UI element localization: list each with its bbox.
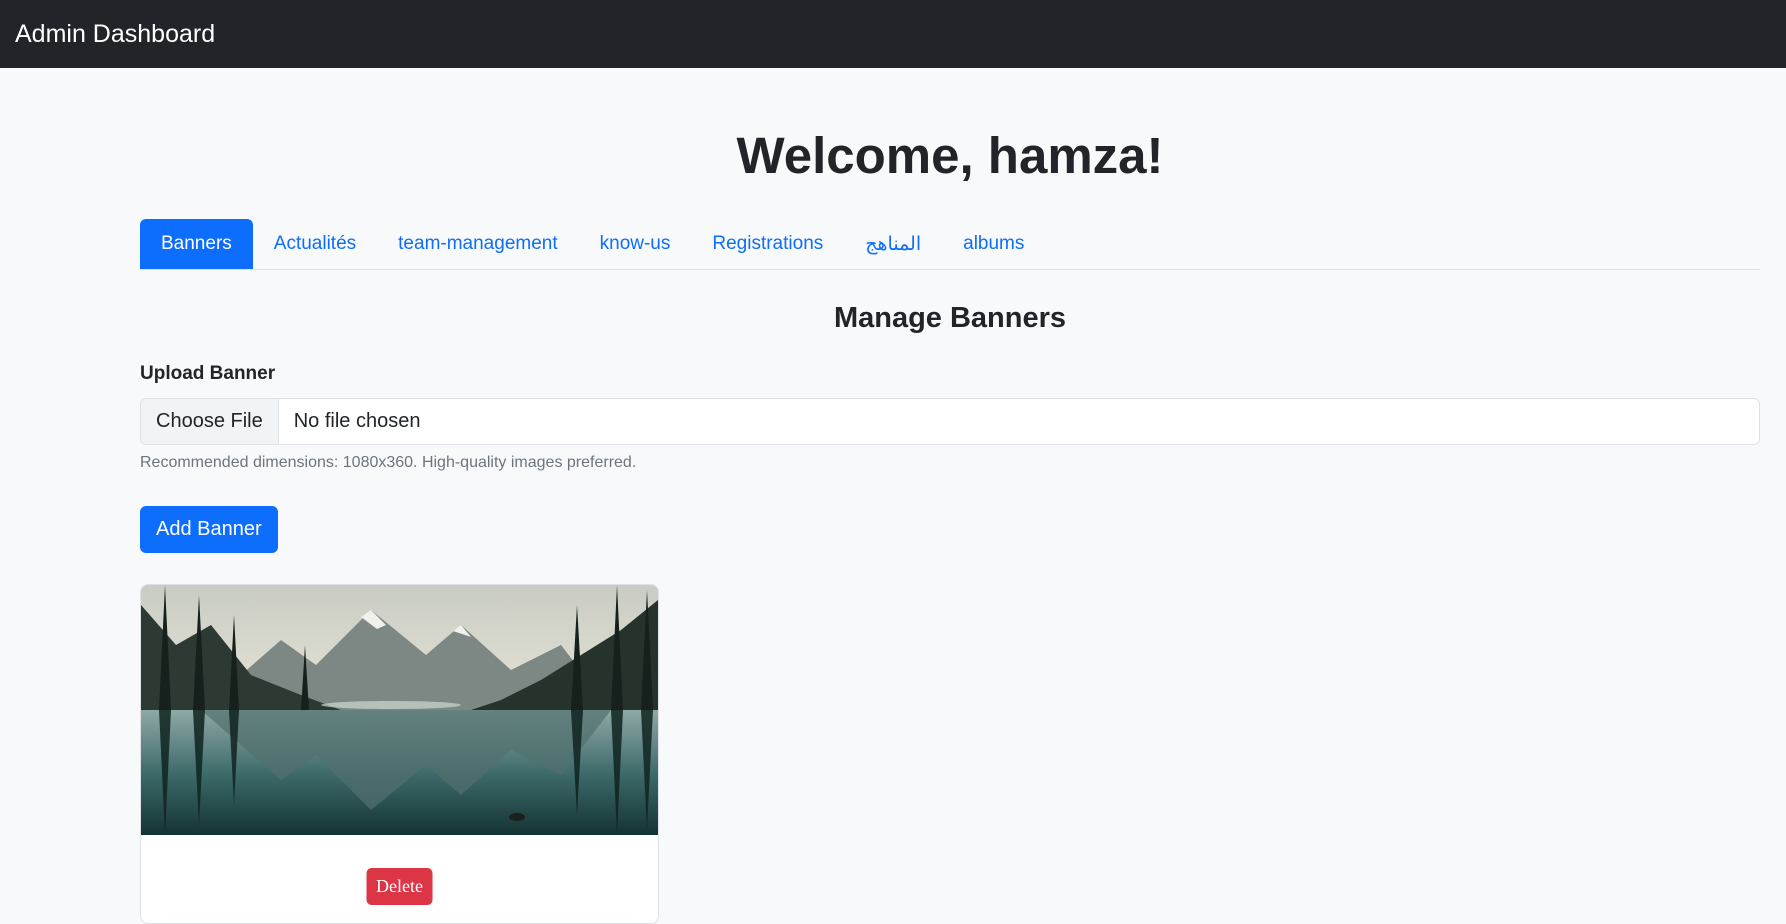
banner-image [141,585,658,835]
navbar-brand[interactable]: Admin Dashboard [15,20,215,49]
add-banner-button[interactable]: Add Banner [140,506,278,553]
tab-bar: Banners Actualités team-management know-… [140,219,1760,270]
welcome-heading: Welcome, hamza! [736,127,1164,184]
tab-team-management[interactable]: team-management [377,219,578,269]
section-title: Manage Banners [833,302,1067,334]
upload-label: Upload Banner [140,363,276,384]
upload-help-text: Recommended dimensions: 1080x360. High-q… [140,454,637,471]
file-status: No file chosen [293,410,421,432]
main-container: Welcome, hamza! Banners Actualités team-… [140,68,1760,924]
tab-curricula[interactable]: المناهج [844,219,942,269]
banner-card-body: Delete [141,835,658,923]
file-input[interactable]: Choose File No file chosen [140,398,1760,445]
tab-albums[interactable]: albums [942,219,1045,269]
top-navbar: Admin Dashboard [0,0,1786,68]
banner-card: Delete [140,584,659,924]
choose-file-button[interactable]: Choose File [141,399,279,444]
tab-banners[interactable]: Banners [140,219,253,269]
delete-banner-button[interactable]: Delete [366,868,433,905]
tab-registrations[interactable]: Registrations [691,219,844,269]
tab-actualites[interactable]: Actualités [253,219,377,269]
tab-know-us[interactable]: know-us [579,219,692,269]
